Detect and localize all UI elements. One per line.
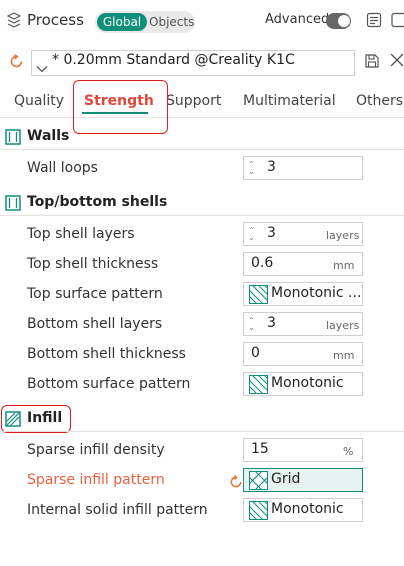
advanced-switch-knob <box>338 15 350 27</box>
advanced-label: Advanced <box>265 12 330 27</box>
sparse-infill-pattern-value: Grid <box>271 471 301 487</box>
monotonic-pattern-icon <box>248 374 269 395</box>
internal-solid-infill-pattern-value: Monotonic <box>271 501 344 517</box>
sparse-infill-pattern-label: Sparse infill pattern <box>27 472 165 488</box>
walls-icon <box>5 129 21 149</box>
save-icon[interactable] <box>364 53 380 73</box>
bottom-surface-pattern-label: Bottom surface pattern <box>27 376 191 392</box>
section-divider <box>0 431 404 432</box>
compare-icon[interactable] <box>366 12 382 32</box>
settings-icon[interactable] <box>391 12 404 32</box>
wall-loops-value: 3 <box>267 159 276 175</box>
top-surface-pattern-label: Top surface pattern <box>27 286 163 302</box>
reset-preset-icon[interactable] <box>9 54 24 73</box>
unit-label: mm <box>333 349 355 362</box>
sparse-infill-density-value: 15 <box>251 441 269 457</box>
wall-loops-field[interactable] <box>243 156 363 180</box>
unit-label: layers <box>326 229 360 242</box>
top-shell-layers-label: Top shell layers <box>27 226 135 242</box>
delete-icon[interactable] <box>390 53 404 73</box>
reset-value-icon[interactable] <box>229 474 243 493</box>
top-shell-thickness-value: 0.6 <box>251 255 274 271</box>
top-shell-layers-value: 3 <box>267 225 276 241</box>
tabs-divider <box>0 117 404 118</box>
process-icon <box>6 12 22 32</box>
mode-global-button[interactable]: Global <box>97 13 147 31</box>
annotation-infill-section <box>1 405 71 433</box>
top-surface-pattern-value: Monotonic ... <box>271 285 362 301</box>
grid-pattern-icon <box>248 470 269 491</box>
spinner-icon[interactable]: ⌃ ⌄ <box>248 317 255 332</box>
bottom-surface-pattern-value: Monotonic <box>271 375 344 391</box>
tab-support[interactable]: Support <box>166 93 221 109</box>
unit-label: layers <box>326 319 360 332</box>
sparse-infill-density-label: Sparse infill density <box>27 442 165 458</box>
bottom-shell-layers-value: 3 <box>267 315 276 331</box>
wall-loops-label: Wall loops <box>27 160 98 176</box>
bottom-shell-layers-label: Bottom shell layers <box>27 316 163 332</box>
section-top-bottom-title: Top/bottom shells <box>27 194 168 210</box>
top-shell-thickness-label: Top shell thickness <box>27 256 159 272</box>
unit-label: mm <box>333 259 355 272</box>
monotonic-pattern-icon <box>248 500 269 521</box>
monotonic-pattern-icon <box>248 284 269 305</box>
spinner-icon[interactable]: ⌃ ⌄ <box>248 227 255 242</box>
bottom-shell-thickness-value: 0 <box>251 345 260 361</box>
internal-solid-infill-pattern-label: Internal solid infill pattern <box>27 502 208 518</box>
unit-label: % <box>343 445 354 458</box>
section-divider <box>0 149 404 150</box>
top-bottom-shells-icon <box>5 195 21 215</box>
preset-name: * 0.20mm Standard @Creality K1C <box>52 52 295 68</box>
bottom-shell-thickness-label: Bottom shell thickness <box>27 346 186 362</box>
tab-others[interactable]: Others <box>356 93 403 109</box>
panel-title: Process <box>27 11 84 29</box>
chevron-down-icon <box>36 58 48 77</box>
tab-quality[interactable]: Quality <box>14 93 64 109</box>
tab-multimaterial[interactable]: Multimaterial <box>243 93 336 109</box>
section-divider <box>0 215 404 216</box>
spinner-icon[interactable]: ⌃ ⌄ <box>248 161 255 176</box>
section-walls-title: Walls <box>27 128 70 144</box>
annotation-strength-tab <box>73 80 168 134</box>
mode-objects-button[interactable]: Objects <box>149 13 194 31</box>
